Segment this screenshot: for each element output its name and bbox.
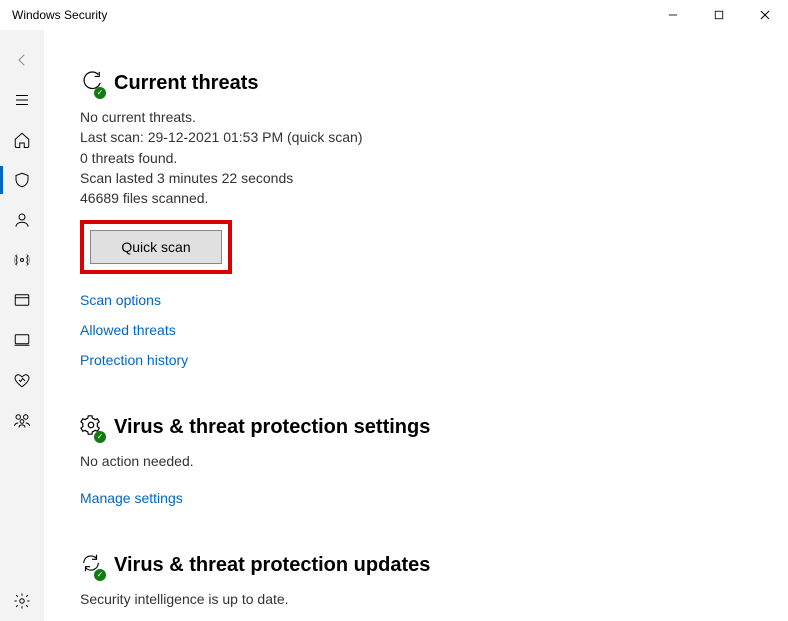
- window-title: Windows Security: [12, 8, 107, 22]
- main-content: Current threats No current threats. Last…: [44, 30, 788, 621]
- protection-history-link[interactable]: Protection history: [80, 352, 788, 368]
- scan-duration-line: Scan lasted 3 minutes 22 seconds: [80, 168, 788, 188]
- minimize-button[interactable]: [650, 0, 696, 30]
- section-title: Virus & threat protection settings: [114, 416, 430, 439]
- threat-status-block: No current threats. Last scan: 29-12-202…: [80, 107, 788, 208]
- nav-virus-threat-protection[interactable]: [0, 160, 44, 200]
- update-icon: [80, 552, 102, 579]
- quick-scan-button[interactable]: Quick scan: [90, 230, 222, 264]
- highlight-box: Quick scan: [80, 220, 232, 274]
- back-button[interactable]: [0, 40, 44, 80]
- section-protection-updates: Virus & threat protection updates Securi…: [80, 552, 788, 609]
- titlebar: Windows Security: [0, 0, 788, 30]
- section-protection-settings: Virus & threat protection settings No ac…: [80, 414, 788, 505]
- nav-settings[interactable]: [0, 581, 44, 621]
- section-title: Current threats: [114, 72, 258, 95]
- nav-account-protection[interactable]: [0, 200, 44, 240]
- nav-device-security[interactable]: [0, 320, 44, 360]
- gear-icon: [80, 414, 102, 441]
- section-title: Virus & threat protection updates: [114, 554, 430, 577]
- settings-status: No action needed.: [80, 451, 788, 471]
- threats-found-line: 0 threats found.: [80, 148, 788, 168]
- sidebar: [0, 30, 44, 621]
- nav-firewall-network[interactable]: [0, 240, 44, 280]
- last-scan-line: Last scan: 29-12-2021 01:53 PM (quick sc…: [80, 127, 788, 147]
- nav-device-performance[interactable]: [0, 360, 44, 400]
- manage-settings-link[interactable]: Manage settings: [80, 490, 788, 506]
- menu-button[interactable]: [0, 80, 44, 120]
- close-button[interactable]: [742, 0, 788, 30]
- nav-home[interactable]: [0, 120, 44, 160]
- refresh-shield-icon: [80, 70, 102, 97]
- section-current-threats: Current threats No current threats. Last…: [80, 70, 788, 368]
- files-scanned-line: 46689 files scanned.: [80, 188, 788, 208]
- nav-family-options[interactable]: [0, 400, 44, 440]
- maximize-button[interactable]: [696, 0, 742, 30]
- scan-options-link[interactable]: Scan options: [80, 292, 788, 308]
- nav-app-browser-control[interactable]: [0, 280, 44, 320]
- allowed-threats-link[interactable]: Allowed threats: [80, 322, 788, 338]
- threat-status: No current threats.: [80, 107, 788, 127]
- updates-status: Security intelligence is up to date.: [80, 589, 788, 609]
